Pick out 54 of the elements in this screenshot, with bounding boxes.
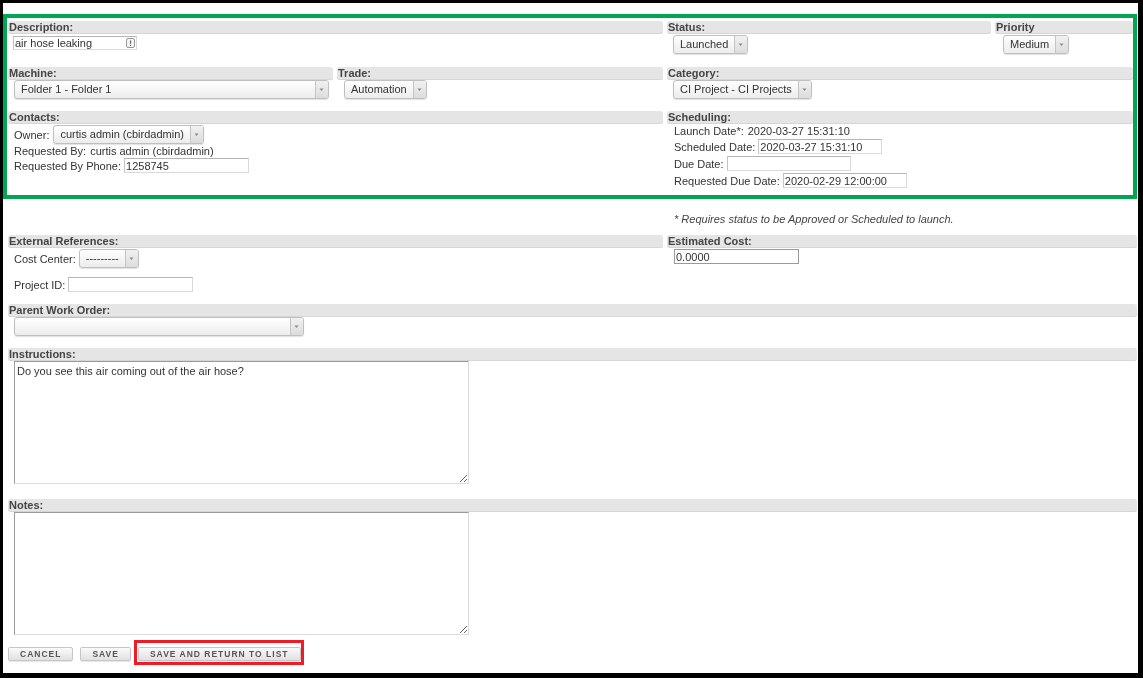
caret-icon xyxy=(1055,36,1069,53)
section-header: Description: xyxy=(8,21,663,34)
estimated-cost-field[interactable]: 0.0000 xyxy=(674,249,799,264)
field-label: Requested Due Date: xyxy=(674,174,780,187)
parent-work-order-select[interactable] xyxy=(14,317,304,336)
owner-select[interactable]: curtis admin (cbirdadmin) xyxy=(53,125,204,144)
exclamation-icon xyxy=(126,38,135,48)
caret-icon xyxy=(290,318,303,335)
trade-select[interactable]: Automation xyxy=(344,80,427,99)
section-header: Parent Work Order: xyxy=(8,304,1137,317)
field-label: Requested By Phone: xyxy=(14,159,122,172)
save-button[interactable]: SAVE xyxy=(80,647,131,661)
launch-note: * Requires status to be Approved or Scheduled to launch. xyxy=(673,212,955,226)
caret-icon xyxy=(412,81,426,98)
section-header: Estimated Cost: xyxy=(667,235,1137,248)
caret-icon xyxy=(124,250,138,267)
due-date-field[interactable] xyxy=(726,156,851,171)
caret-icon xyxy=(734,36,748,53)
status-select[interactable]: Launched xyxy=(673,35,749,54)
machine-select[interactable]: Folder 1 - Folder 1 xyxy=(14,80,329,99)
field-label: Due Date: xyxy=(674,157,724,170)
save-and-return-button[interactable]: SAVE AND RETURN TO LIST xyxy=(137,647,301,661)
priority-select[interactable]: Medium xyxy=(1003,35,1070,54)
section-header: Scheduling: xyxy=(667,111,1133,124)
description-field[interactable]: air hose leaking xyxy=(13,36,137,50)
section-header: Category: xyxy=(667,67,1133,80)
caret-icon xyxy=(315,81,328,98)
field-label: Scheduled Date: xyxy=(674,140,756,153)
requested-due-date-field[interactable]: 2020-02-29 12:00:00 xyxy=(782,173,907,188)
section-header: External References: xyxy=(8,235,663,248)
notes-field[interactable] xyxy=(14,512,469,635)
section-header: Instructions: xyxy=(8,348,1137,361)
cancel-button[interactable]: CANCEL xyxy=(8,647,74,661)
section-header: Contacts: xyxy=(8,111,663,124)
field-label: Owner: xyxy=(14,128,50,141)
section-header: Status: xyxy=(667,21,991,34)
field-value: curtis admin (cbirdadmin) xyxy=(90,145,214,158)
category-select[interactable]: CI Project - CI Projects xyxy=(673,80,812,99)
section-header: Notes: xyxy=(8,499,1137,512)
caret-icon xyxy=(189,126,203,143)
section-header: Priority xyxy=(995,21,1133,34)
cost-center-select[interactable]: --------- xyxy=(78,249,139,268)
field-label: Project ID: xyxy=(14,278,66,291)
section-header: Trade: xyxy=(337,67,663,80)
instructions-field[interactable]: Do you see this air coming out of the air hose? xyxy=(14,361,469,484)
caret-icon xyxy=(797,81,811,98)
field-label: Requested By: xyxy=(14,145,87,158)
field-label: Launch Date*: xyxy=(674,125,744,138)
scheduled-date-field[interactable]: 2020-03-27 15:31:10 xyxy=(758,139,883,154)
phone-field[interactable]: 1258745 xyxy=(124,158,250,173)
field-label: Cost Center: xyxy=(14,252,76,265)
project-id-field[interactable] xyxy=(68,277,194,292)
field-value: 2020-03-27 15:31:10 xyxy=(747,125,850,138)
section-header: Machine: xyxy=(8,67,333,80)
